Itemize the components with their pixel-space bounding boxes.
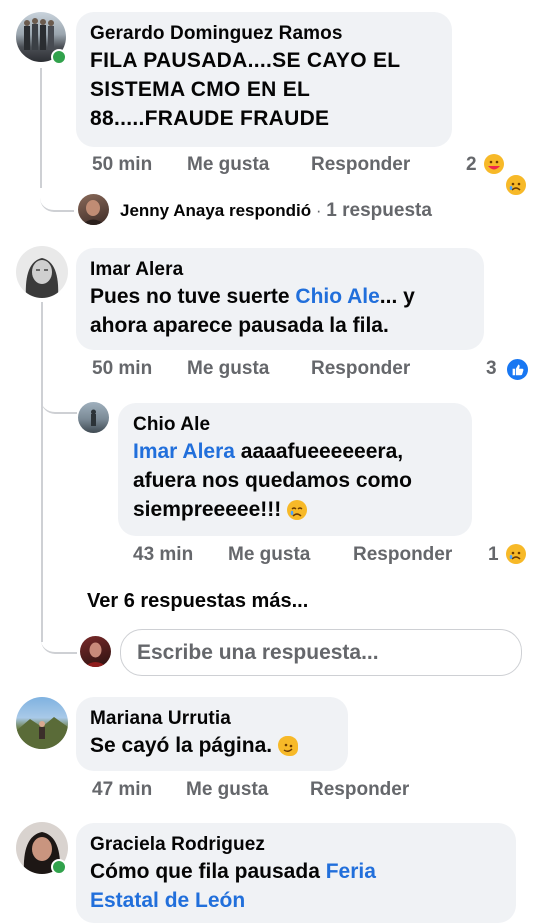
like-thumb-icon[interactable] <box>505 357 530 382</box>
thread-line <box>41 302 43 642</box>
separator: · <box>315 201 322 220</box>
like-button[interactable]: Me gusta <box>187 358 269 380</box>
comment-text-line: SISTEMA CMO EN EL <box>90 78 311 101</box>
comment-text-line: Cómo que fila pausada Feria <box>90 857 502 886</box>
view-more-replies[interactable]: Ver 6 respuestas más... <box>87 590 308 613</box>
text-segment: Pues no tuve suerte <box>90 285 296 308</box>
comment-text-line: ahora aparece pausada la fila. <box>90 314 389 337</box>
care-emoji-icon <box>484 154 504 174</box>
text-segment: ... y <box>379 285 415 308</box>
avatar[interactable] <box>16 246 68 298</box>
comment-author[interactable]: Mariana Urrutia <box>90 707 334 731</box>
thread-connector <box>41 390 77 414</box>
person-photo-icon <box>91 409 96 426</box>
person-photo-icon <box>84 642 107 667</box>
comment-text-line: 88.....FRAUDE FRAUDE <box>90 107 330 130</box>
comment-bubble: Gerardo Dominguez Ramos FILA PAUSADA....… <box>76 12 452 147</box>
text-segment: Cómo que fila pausada <box>90 860 326 883</box>
comment-bubble: Graciela Rodriguez Cómo que fila pausada… <box>76 823 516 923</box>
like-button[interactable]: Me gusta <box>228 544 310 566</box>
person-photo-icon <box>82 200 105 225</box>
comment-bubble: Mariana Urrutia Se cayó la página. <box>76 697 348 771</box>
reply-button[interactable]: Responder <box>311 154 410 176</box>
thread-line <box>40 68 42 188</box>
avatar[interactable] <box>78 402 109 433</box>
reply-button[interactable]: Responder <box>310 779 409 801</box>
person-photo-icon <box>25 258 59 298</box>
text-segment: Se cayó la página. <box>90 734 278 757</box>
comment-text-line: afuera nos quedamos como <box>133 469 412 492</box>
mention-link[interactable]: Imar Alera <box>133 440 235 463</box>
comment-text: Cómo que fila pausada Feria Estatal de L… <box>90 857 502 915</box>
like-button[interactable]: Me gusta <box>187 154 269 176</box>
mention-link[interactable]: Feria <box>326 860 376 883</box>
thread-connector <box>41 628 77 654</box>
crying-emoji-icon <box>287 500 308 521</box>
comment-time[interactable]: 47 min <box>92 779 152 801</box>
comment-text: Se cayó la página. <box>90 731 334 760</box>
sad-emoji-icon <box>505 174 527 196</box>
comment-time[interactable]: 50 min <box>92 358 152 380</box>
reply-button[interactable]: Responder <box>353 544 452 566</box>
reply-text: Imar Alera aaaafueeeeeera, afuera nos qu… <box>133 437 457 524</box>
reply-input[interactable]: Escribe una respuesta... <box>120 629 522 676</box>
comment-text: Pues no tuve suerte Chio Ale... y ahora … <box>90 282 470 340</box>
comment-text: FILA PAUSADA....SE CAYO EL SISTEMA CMO E… <box>90 46 438 133</box>
comment-author[interactable]: Imar Alera <box>90 258 470 282</box>
comment-time[interactable]: 50 min <box>92 154 152 176</box>
reaction-count[interactable]: 1 <box>488 544 499 566</box>
text-segment: aaaafueeeeeera, <box>234 440 404 463</box>
reply-bubble: Chio Ale Imar Alera aaaafueeeeeera, afue… <box>118 403 472 536</box>
online-status-dot <box>51 49 67 65</box>
avatar[interactable] <box>16 697 68 749</box>
sad-emoji-icon[interactable] <box>506 544 526 564</box>
mention-link[interactable]: Chio Ale <box>295 285 379 308</box>
comment-author[interactable]: Graciela Rodriguez <box>90 833 502 857</box>
comment-text-line: FILA PAUSADA....SE CAYO EL <box>90 49 401 72</box>
comment-text-line: Imar Alera aaaafueeeeeera, <box>133 437 457 466</box>
current-user-avatar <box>80 636 111 667</box>
comment-text-line: siempreeeee!!! <box>133 495 457 524</box>
mention-link[interactable]: Estatal de León <box>90 889 245 912</box>
replied-label: respondió <box>228 201 312 220</box>
comment-text-line: Estatal de León <box>90 886 502 915</box>
reply-author[interactable]: Chio Ale <box>133 413 457 437</box>
comment-text-line: Pues no tuve suerte Chio Ale... y <box>90 282 470 311</box>
reaction-icons[interactable] <box>484 153 530 196</box>
comment-author[interactable]: Gerardo Dominguez Ramos <box>90 22 438 46</box>
thread-connector <box>40 180 74 212</box>
reply-count: 1 respuesta <box>326 200 432 221</box>
reply-button[interactable]: Responder <box>311 358 410 380</box>
reply-time[interactable]: 43 min <box>133 544 193 566</box>
reaction-count[interactable]: 3 <box>486 358 497 380</box>
reply-input-placeholder: Escribe una respuesta... <box>137 640 379 664</box>
replies-summary[interactable]: Jenny Anaya respondió · 1 respuesta <box>120 200 432 222</box>
online-status-dot <box>51 859 67 875</box>
avatar[interactable] <box>78 194 109 225</box>
landscape-photo-icon <box>16 717 68 749</box>
text-segment: siempreeeee!!! <box>133 498 288 521</box>
reaction-count[interactable]: 2 <box>466 154 477 176</box>
melting-face-emoji-icon <box>277 736 298 757</box>
comment-bubble: Imar Alera Pues no tuve suerte Chio Ale.… <box>76 248 484 350</box>
like-button[interactable]: Me gusta <box>186 779 268 801</box>
reply-author-name: Jenny Anaya <box>120 201 225 220</box>
